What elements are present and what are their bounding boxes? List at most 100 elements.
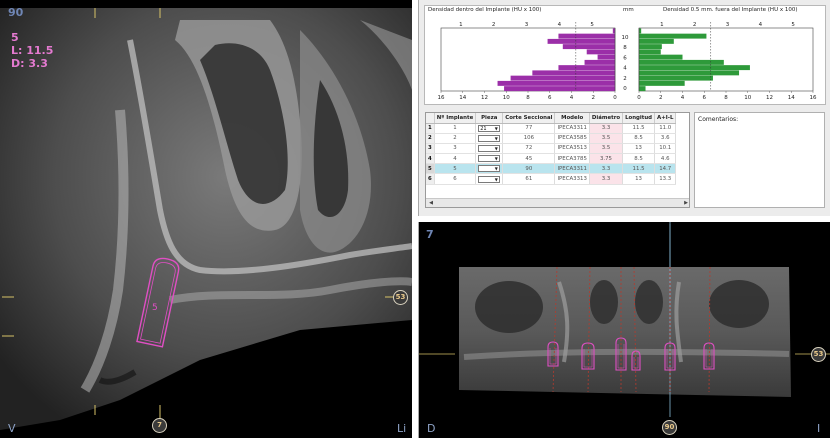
implant-info-panel: Densidad dentro del Implante (HU x 100) …	[418, 0, 830, 216]
corte-cell: 72	[502, 143, 556, 155]
chevron-down-icon[interactable]: ▼	[493, 126, 499, 131]
orientation-label-left: V	[8, 422, 16, 435]
chevron-down-icon[interactable]: ▼	[493, 146, 499, 151]
slice-marker-right[interactable]: 53	[393, 290, 408, 305]
row-number-cell[interactable]: 3	[426, 143, 435, 155]
slice-marker-bottom[interactable]: 7	[152, 418, 167, 433]
pieza-select[interactable]: ▼	[475, 163, 504, 175]
row-number-cell[interactable]: 6	[426, 173, 435, 185]
corte-cell: 106	[502, 133, 556, 144]
pieza-select[interactable]: ▼	[475, 173, 504, 185]
row-number-cell[interactable]: 4	[426, 153, 435, 165]
column-header[interactable]: Corte Seccional	[502, 113, 556, 124]
table-row[interactable]: 3 3 ▼ 72 IPECA3513 3.5 13 10.1	[426, 143, 677, 155]
table-row[interactable]: 2 2 ▼ 106 IPECA3585 3.5 8.5 3.6	[426, 133, 677, 144]
right-bottom-tick-label: 10	[744, 95, 751, 101]
ct-panoramic-image	[419, 222, 830, 438]
inside-density-bar	[497, 80, 615, 86]
pieza-dropdown[interactable]: ▼	[478, 165, 501, 173]
inside-density-bar	[504, 86, 615, 92]
outside-density-bar	[639, 38, 674, 44]
chevron-down-icon[interactable]: ▼	[493, 156, 499, 161]
table-horizontal-scrollbar[interactable]: ◀ ▶	[426, 198, 689, 207]
table-row[interactable]: 5 5 ▼ 90 IPECA3311 3.3 11.5 14.7	[426, 163, 677, 175]
implant-planning-window: 90 5 L: 11.5 D: 3.3 5 53 7 V Li Densidad…	[0, 0, 830, 438]
pieza-dropdown[interactable]: ▼	[478, 175, 501, 183]
column-header[interactable]: Nº Implante	[434, 113, 477, 124]
scroll-right-arrow-icon[interactable]: ▶	[682, 200, 689, 206]
table-row[interactable]: 1 1 21 ▼ 77 IPECA3311 3.3 11.5 11.0	[426, 123, 677, 134]
scroll-left-arrow-icon[interactable]: ◀	[427, 200, 435, 206]
inside-density-bar	[558, 65, 615, 71]
longitud-cell: 11.5	[622, 163, 656, 175]
column-header[interactable]: A+I-L	[654, 113, 677, 124]
slice-marker-bottom[interactable]: 90	[662, 420, 677, 435]
left-bottom-tick-label: 16	[438, 95, 445, 101]
inside-density-bar	[584, 59, 615, 65]
modelo-cell: IPECA3513	[554, 143, 590, 155]
table-row[interactable]: 6 6 ▼ 61 IPECA3313 3.3 13 13.3	[426, 173, 677, 185]
mm-tick-label: 2	[623, 76, 627, 82]
diametro-cell: 3.3	[589, 123, 624, 134]
inside-density-bar	[597, 54, 615, 60]
chevron-down-icon[interactable]: ▼	[493, 136, 499, 141]
mm-tick-label: 4	[623, 66, 627, 72]
outside-density-bar	[639, 75, 713, 81]
column-header[interactable]: Diámetro	[589, 113, 624, 124]
ail-cell: 13.3	[654, 173, 677, 185]
chevron-down-icon[interactable]: ▼	[493, 166, 499, 171]
diametro-cell: 3.5	[589, 133, 624, 144]
implant-number-cell: 6	[434, 173, 477, 185]
panoramic-view[interactable]: 7 53 90 D I	[418, 222, 830, 438]
pieza-dropdown[interactable]: ▼	[478, 155, 501, 163]
column-header[interactable]: Pieza	[475, 113, 504, 124]
left-bottom-tick-label: 12	[481, 95, 488, 101]
left-top-tick-label: 4	[558, 22, 562, 28]
corte-cell: 45	[502, 153, 556, 165]
left-bottom-tick-label: 8	[526, 95, 530, 101]
table-row[interactable]: 4 4 ▼ 45 IPECA3785 3.75 8.5 4.6	[426, 153, 677, 165]
implant-number-cell: 2	[434, 133, 477, 144]
row-number-cell[interactable]: 2	[426, 133, 435, 144]
table-header-row: Nº Implante Pieza Corte Seccional Modelo…	[426, 113, 677, 124]
left-top-tick-label: 3	[525, 22, 529, 28]
pieza-value: 21	[480, 125, 487, 132]
pieza-select[interactable]: 21 ▼	[475, 123, 504, 134]
outside-density-bar	[639, 65, 750, 71]
density-graphs: Densidad dentro del Implante (HU x 100) …	[424, 5, 826, 105]
right-top-tick-label: 1	[660, 22, 664, 28]
inside-density-bar	[586, 49, 615, 55]
right-top-tick-label: 3	[726, 22, 730, 28]
longitud-cell: 8.5	[622, 133, 656, 144]
modelo-cell: IPECA3311	[554, 123, 590, 134]
implant-number-cell: 5	[434, 163, 477, 175]
outside-density-bar	[639, 44, 662, 50]
modelo-cell: IPECA3585	[554, 133, 590, 144]
inside-density-bar	[562, 44, 615, 50]
cross-section-view[interactable]: 90 5 L: 11.5 D: 3.3 5 53 7 V Li	[0, 0, 412, 438]
pieza-select[interactable]: ▼	[475, 133, 504, 144]
right-bottom-tick-label: 4	[681, 95, 685, 101]
comments-field[interactable]: Comentarios:	[694, 112, 825, 208]
column-header[interactable]: Modelo	[554, 113, 590, 124]
right-bottom-tick-label: 14	[788, 95, 795, 101]
mm-tick-label: 6	[623, 55, 627, 61]
pieza-dropdown[interactable]: 21 ▼	[478, 124, 501, 132]
left-bottom-tick-label: 0	[613, 95, 617, 101]
pieza-dropdown[interactable]: ▼	[478, 134, 501, 142]
pieza-select[interactable]: ▼	[475, 153, 504, 165]
diametro-cell: 3.5	[589, 143, 624, 155]
left-top-tick-label: 1	[459, 22, 463, 28]
row-number-cell[interactable]: 5	[426, 163, 435, 175]
pieza-dropdown[interactable]: ▼	[478, 144, 501, 152]
chevron-down-icon[interactable]: ▼	[493, 177, 499, 182]
row-number-cell[interactable]: 1	[426, 123, 435, 134]
slice-marker-right[interactable]: 53	[811, 347, 826, 362]
right-bottom-tick-label: 8	[724, 95, 728, 101]
row-number-header	[426, 113, 435, 124]
corte-cell: 90	[502, 163, 556, 175]
corte-cell: 61	[502, 173, 556, 185]
column-header[interactable]: Longitud	[622, 113, 656, 124]
pieza-select[interactable]: ▼	[475, 143, 504, 155]
diametro-cell: 3.3	[589, 173, 624, 185]
